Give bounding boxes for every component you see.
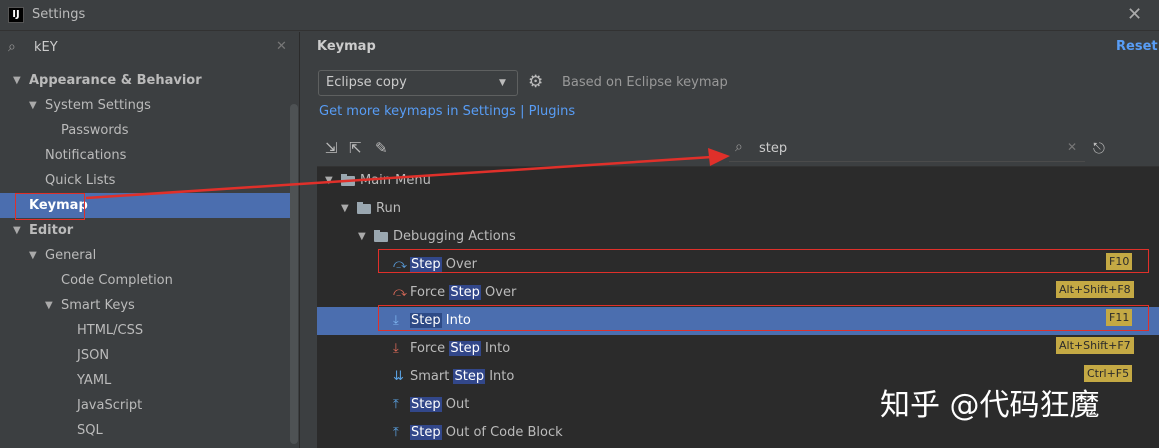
sidebar-item-label: JavaScript	[77, 398, 143, 413]
step-out-of-block-icon: ⤒	[393, 425, 399, 440]
step-over-icon: ⤼	[393, 257, 407, 272]
chevron-down-icon[interactable]: ▼	[13, 68, 21, 93]
clear-search-icon[interactable]: ✕	[276, 39, 287, 54]
sidebar-item-label: Code Completion	[61, 273, 173, 288]
smart-step-into-icon: ⇊	[393, 369, 404, 384]
sidebar-item-smart-keys[interactable]: ▼ Smart Keys	[0, 293, 290, 318]
gear-icon[interactable]: ⚙	[528, 72, 543, 92]
action-row-force-step-over[interactable]: ⤼ Force Step Over Alt+Shift+F8	[317, 279, 1159, 307]
window-title: Settings	[32, 7, 86, 22]
sidebar-item-system-settings[interactable]: ▼ System Settings	[0, 93, 290, 118]
watermark-text: 知乎 @代码狂魔	[880, 388, 1100, 423]
force-step-over-icon: ⤼	[393, 285, 407, 300]
search-icon: ⌕	[735, 139, 743, 155]
action-row-step-into[interactable]: ⤓ Step Into F11	[317, 307, 1159, 335]
action-row-step-over[interactable]: ⤼ Step Over F10	[317, 251, 1159, 279]
title-bar: IJ Settings ✕	[0, 0, 1159, 31]
close-icon[interactable]: ✕	[1127, 4, 1142, 25]
action-label: Force Step Into	[410, 341, 511, 356]
tree-node-label: Run	[376, 201, 401, 216]
action-label: Smart Step Into	[410, 369, 515, 384]
settings-search-input[interactable]: ⌕ kEY ✕	[0, 36, 300, 62]
sidebar-item-label: YAML	[77, 373, 112, 388]
tree-node-run[interactable]: ▼ Run	[317, 195, 1159, 223]
force-step-into-icon: ⤓	[393, 341, 399, 356]
action-filter-input[interactable]: ⌕ step ✕	[729, 136, 1085, 162]
tree-node-label: Debugging Actions	[393, 229, 516, 244]
shortcut-badge: F11	[1106, 309, 1133, 326]
intellij-app-icon: IJ	[8, 7, 24, 23]
page-title: Keymap	[317, 39, 376, 54]
sidebar-item-label: Editor	[29, 223, 74, 238]
action-label: Force Step Over	[410, 285, 517, 300]
action-row-force-step-into[interactable]: ⤓ Force Step Into Alt+Shift+F7	[317, 335, 1159, 363]
sidebar-item-label: Smart Keys	[61, 298, 135, 313]
action-filter-value: step	[759, 141, 788, 156]
keymap-select[interactable]: Eclipse copy ▼	[318, 70, 518, 96]
action-label: Step Into	[410, 313, 471, 328]
tree-node-label: Main Menu	[360, 173, 431, 188]
folder-icon	[357, 202, 371, 214]
step-out-icon: ⤒	[393, 397, 399, 412]
sidebar-item-javascript[interactable]: JavaScript	[0, 393, 290, 418]
action-label: Step Out of Code Block	[410, 425, 563, 440]
find-by-shortcut-icon[interactable]: ⎋	[1093, 139, 1105, 157]
sidebar-item-passwords[interactable]: Passwords	[0, 118, 290, 143]
tree-node-debugging-actions[interactable]: ▼ Debugging Actions	[317, 223, 1159, 251]
chevron-down-icon[interactable]: ▼	[29, 93, 37, 118]
shortcut-badge: Alt+Shift+F8	[1056, 281, 1134, 298]
expand-all-icon[interactable]: ⇲	[325, 139, 338, 157]
sidebar-item-html-css[interactable]: HTML/CSS	[0, 318, 290, 343]
folder-icon	[341, 174, 355, 186]
sidebar-item-appearance-behavior[interactable]: ▼ Appearance & Behavior	[0, 68, 290, 93]
step-into-icon: ⤓	[393, 313, 399, 328]
sidebar-item-keymap[interactable]: Keymap	[0, 193, 290, 218]
chevron-down-icon[interactable]: ▼	[13, 218, 21, 243]
tree-node-main-menu[interactable]: ▼ Main Menu	[317, 167, 1159, 195]
sidebar-item-label: HTML/CSS	[77, 323, 144, 338]
chevron-down-icon[interactable]: ▼	[29, 243, 37, 268]
sidebar-item-label: JSON	[77, 348, 110, 363]
chevron-down-icon[interactable]: ▼	[45, 293, 53, 318]
sidebar-item-label: Quick Lists	[45, 173, 116, 188]
settings-search-value: kEY	[34, 40, 58, 55]
sidebar-item-general[interactable]: ▼ General	[0, 243, 290, 268]
sidebar-item-label: SQL	[77, 423, 103, 438]
sidebar-item-label: Appearance & Behavior	[29, 73, 202, 88]
sidebar-scrollbar[interactable]	[290, 104, 298, 444]
settings-sidebar: ⌕ kEY ✕ ▼ Appearance & Behavior ▼ System…	[0, 32, 300, 448]
get-more-keymaps-link[interactable]: Get more keymaps in Settings | Plugins	[319, 104, 575, 119]
chevron-down-icon[interactable]: ▼	[341, 195, 349, 223]
sidebar-item-json[interactable]: JSON	[0, 343, 290, 368]
folder-icon	[374, 230, 388, 242]
sidebar-item-yaml[interactable]: YAML	[0, 368, 290, 393]
search-icon: ⌕	[8, 39, 16, 55]
chevron-down-icon[interactable]: ▼	[325, 167, 333, 195]
chevron-down-icon: ▼	[499, 78, 506, 88]
sidebar-item-label: Notifications	[45, 148, 127, 163]
chevron-down-icon[interactable]: ▼	[358, 223, 366, 251]
sidebar-item-code-completion[interactable]: Code Completion	[0, 268, 290, 293]
action-label: Step Out	[410, 397, 470, 412]
shortcut-badge: F10	[1106, 253, 1133, 270]
based-on-label: Based on Eclipse keymap	[562, 75, 728, 90]
sidebar-item-notifications[interactable]: Notifications	[0, 143, 290, 168]
sidebar-item-label: General	[45, 248, 97, 263]
shortcut-badge: Alt+Shift+F7	[1056, 337, 1134, 354]
sidebar-item-sql[interactable]: SQL	[0, 418, 290, 443]
clear-filter-icon[interactable]: ✕	[1067, 140, 1077, 154]
keymap-select-value: Eclipse copy	[326, 75, 407, 90]
reset-link[interactable]: Reset	[1116, 39, 1158, 54]
sidebar-item-editor[interactable]: ▼ Editor	[0, 218, 290, 243]
sidebar-item-label: Keymap	[29, 198, 88, 213]
collapse-all-icon[interactable]: ⇱	[349, 139, 362, 157]
sidebar-item-label: Passwords	[61, 123, 129, 138]
action-label: Step Over	[410, 257, 478, 272]
sidebar-item-quick-lists[interactable]: Quick Lists	[0, 168, 290, 193]
sidebar-item-label: System Settings	[45, 98, 151, 113]
edit-shortcut-icon[interactable]: ✎	[375, 139, 388, 157]
